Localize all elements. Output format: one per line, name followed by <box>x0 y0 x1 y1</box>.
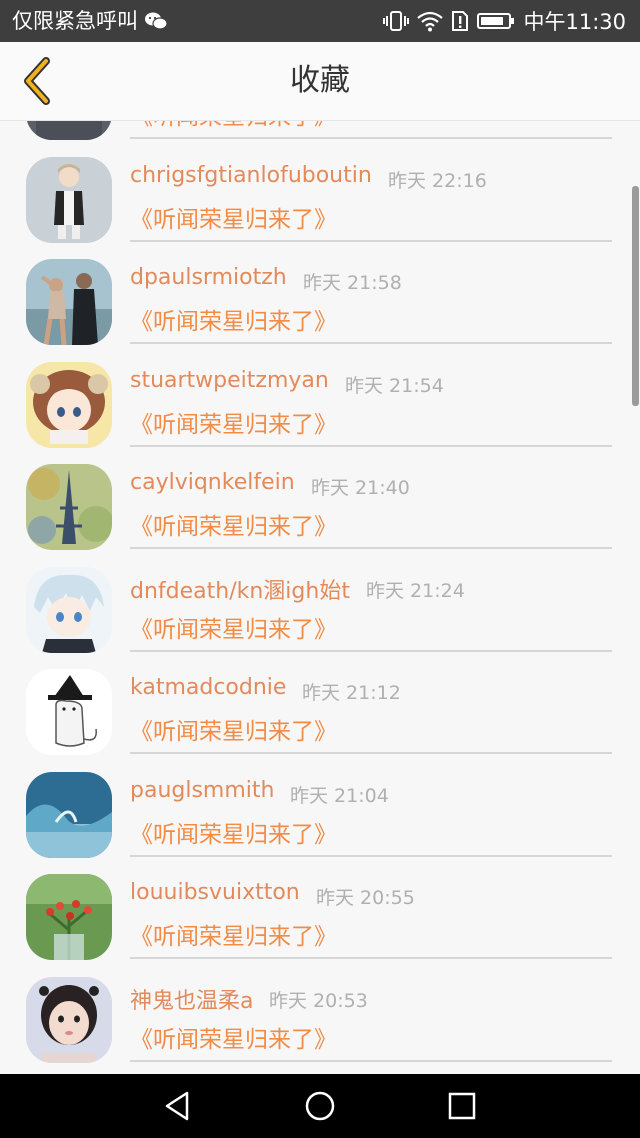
favorites-list[interactable]: 《听闻荣星归来了》 chrigsfgtianlofuboutin 昨天 22:16 《… <box>0 121 640 1074</box>
nav-back-button[interactable] <box>148 1084 208 1128</box>
back-triangle-icon <box>165 1091 189 1121</box>
status-right: 中午11:30 <box>383 0 626 42</box>
user-name[interactable]: dpaulsrmiotzh <box>130 265 287 290</box>
partial-avatar[interactable] <box>26 121 112 140</box>
battery-icon <box>477 13 515 29</box>
user-name[interactable]: chrigsfgtianlofuboutin <box>130 163 372 188</box>
list-item[interactable]: katmadcodnie 昨天 21:12 《听闻荣星归来了》 <box>0 651 640 755</box>
timestamp: 昨天 20:55 <box>316 887 415 909</box>
witch-cat-avatar[interactable] <box>26 669 112 755</box>
nav-home-button[interactable] <box>290 1084 350 1128</box>
book-title[interactable]: 《听闻荣星归来了》 <box>130 507 337 541</box>
book-title[interactable]: 《听闻荣星归来了》 <box>130 200 337 234</box>
carrier-text: 仅限紧急呼叫 <box>12 9 138 33</box>
status-left: 仅限紧急呼叫 <box>12 0 168 42</box>
favorites-list-inner: 《听闻荣星归来了》 chrigsfgtianlofuboutin 昨天 22:16 《… <box>0 121 640 1063</box>
book-title[interactable]: 《听闻荣星归来了》 <box>130 712 337 746</box>
list-item[interactable]: dpaulsrmiotzh 昨天 21:58 《听闻荣星归来了》 <box>0 241 640 345</box>
book-title[interactable]: 《听闻荣星归来了》 <box>130 405 337 439</box>
book-title[interactable]: 《听闻荣星归来了》 <box>130 917 337 951</box>
vibrate-icon <box>383 11 410 31</box>
user-name[interactable]: 神鬼也温柔a <box>130 983 253 1015</box>
eiffel-tower-avatar[interactable] <box>26 464 112 550</box>
anime-boy-avatar[interactable] <box>26 566 112 653</box>
wechat-icon <box>145 12 168 30</box>
user-name[interactable]: dnfdeath/kn溷igh始t <box>130 573 350 605</box>
row-divider <box>130 1059 612 1062</box>
timestamp: 昨天 21:04 <box>290 784 389 807</box>
list-item[interactable]: chrigsfgtianlofuboutin 昨天 22:16 《听闻荣星归来了》 <box>0 139 640 243</box>
user-name[interactable]: caylviqnkelfein <box>130 470 295 495</box>
list-item[interactable]: 神鬼也温柔a 昨天 20:53 《听闻荣星归来了》 <box>0 959 640 1063</box>
home-circle-icon <box>305 1091 335 1121</box>
page-title: 收藏 <box>290 63 350 98</box>
title-bar: 收藏 <box>0 42 640 121</box>
anime-girl-avatar[interactable] <box>26 361 112 448</box>
timestamp: 昨天 21:24 <box>366 579 465 602</box>
wifi-icon <box>417 11 444 32</box>
nav-recents-button[interactable] <box>432 1084 492 1128</box>
timestamp: 昨天 20:53 <box>269 989 368 1012</box>
dancing-couple-avatar[interactable] <box>26 259 112 345</box>
timestamp: 昨天 21:54 <box>345 374 444 397</box>
clock-text: 中午11:30 <box>523 10 626 34</box>
book-title[interactable]: 《听闻荣星归来了》 <box>130 610 337 644</box>
user-name[interactable]: pauglsmmith <box>130 778 274 803</box>
illustrated-boy-avatar[interactable] <box>26 156 112 243</box>
list-item[interactable]: caylviqnkelfein 昨天 21:40 《听闻荣星归来了》 <box>0 446 640 550</box>
list-item[interactable]: stuartwpeitzmyan 昨天 21:54 《听闻荣星归来了》 <box>0 344 640 448</box>
user-name[interactable]: louuibsvuixtton <box>130 880 300 905</box>
user-name[interactable]: katmadcodnie <box>130 675 286 700</box>
timestamp: 昨天 21:40 <box>311 477 410 499</box>
book-title[interactable]: 《听闻荣星归来了》 <box>130 121 337 131</box>
list-item[interactable]: dnfdeath/kn溷igh始t 昨天 21:24 《听闻荣星归来了》 <box>0 549 640 653</box>
timestamp: 昨天 21:12 <box>302 682 401 704</box>
navigation-bar <box>0 1074 640 1138</box>
sim-alert-icon <box>452 11 469 31</box>
status-bar: 仅限紧急呼叫 中午11:30 <box>0 0 640 42</box>
book-title[interactable]: 《听闻荣星归来了》 <box>130 815 337 849</box>
book-title[interactable]: 《听闻荣星归来了》 <box>130 1020 337 1054</box>
list-item[interactable]: pauglsmmith 昨天 21:04 《听闻荣星归来了》 <box>0 754 640 858</box>
user-name[interactable]: stuartwpeitzmyan <box>130 368 329 393</box>
recents-square-icon <box>448 1092 476 1120</box>
list-item[interactable]: 《听闻荣星归来了》 <box>0 121 640 140</box>
back-button[interactable] <box>12 54 64 108</box>
scrollbar[interactable] <box>632 186 639 406</box>
list-item[interactable]: louuibsvuixtton 昨天 20:55 《听闻荣星归来了》 <box>0 856 640 960</box>
book-title[interactable]: 《听闻荣星归来了》 <box>130 302 337 336</box>
timestamp: 昨天 22:16 <box>388 169 487 192</box>
chevron-left-icon <box>24 57 50 105</box>
berry-plant-avatar[interactable] <box>26 874 112 960</box>
timestamp: 昨天 21:58 <box>303 272 402 294</box>
ocean-wave-avatar[interactable] <box>26 771 112 858</box>
girl-selfie-avatar[interactable] <box>26 976 112 1063</box>
